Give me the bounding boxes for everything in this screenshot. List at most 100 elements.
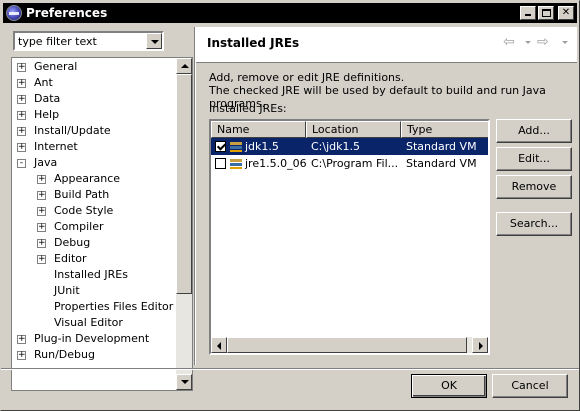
tree-item-label: Compiler [54, 220, 104, 233]
default-jre-checkbox[interactable] [215, 158, 226, 169]
expand-icon[interactable]: + [17, 335, 26, 344]
scroll-right-button[interactable] [472, 337, 488, 353]
tree-item[interactable]: + Code Style [12, 203, 177, 219]
jre-icon [230, 159, 242, 169]
tree-item[interactable]: JUnit [12, 283, 177, 299]
back-dropdown-icon[interactable] [525, 41, 531, 44]
jre-name: jdk1.5 [245, 140, 279, 153]
tree-item[interactable]: - Java [12, 155, 177, 171]
tree-item-label: Data [34, 92, 61, 105]
expand-icon[interactable]: + [17, 127, 26, 136]
tree-item[interactable]: + Help [12, 107, 177, 123]
expand-icon[interactable]: + [17, 95, 26, 104]
filter-input[interactable]: type filter text [18, 35, 97, 48]
back-button[interactable]: ⇦ [503, 35, 525, 51]
tree-item[interactable]: + Run/Debug [12, 347, 177, 363]
ok-button[interactable]: OK [411, 374, 487, 398]
arrow-forward-icon: ⇨ [537, 34, 549, 50]
column-header-name[interactable]: Name [211, 121, 306, 138]
expand-icon[interactable]: + [37, 239, 46, 248]
window-title: Preferences [26, 6, 108, 20]
tree-item[interactable]: + Plug-in Development [12, 331, 177, 347]
edit-button[interactable]: Edit... [496, 147, 572, 171]
preferences-navigation: type filter text + General + Ant + Data + Help +… [3, 27, 195, 391]
tree-item[interactable]: Visual Editor [12, 315, 177, 331]
forward-dropdown-icon[interactable] [562, 41, 568, 44]
cancel-button[interactable]: Cancel [492, 374, 568, 398]
table-horizontal-scrollbar[interactable] [211, 337, 488, 353]
jre-location: C:\jdk1.5 [306, 138, 401, 155]
tree-item-label: Visual Editor [54, 316, 123, 329]
tree-item[interactable]: + Debug [12, 235, 177, 251]
tree-item-label: Install/Update [34, 124, 111, 137]
title-bar[interactable]: Preferences ✕ [3, 3, 577, 23]
tree-item[interactable]: + Compiler [12, 219, 177, 235]
arrow-left-icon [217, 342, 221, 350]
tree-item-label: Run/Debug [34, 348, 95, 361]
table-header: Name Location Type [211, 121, 488, 138]
preferences-window: Preferences ✕ type filter text + General +… [0, 0, 580, 411]
scroll-thumb[interactable] [176, 74, 192, 294]
maximize-icon [542, 9, 551, 17]
page-header: Installed JREs ⇦ ⇨ [196, 27, 577, 63]
tree-vertical-scrollbar[interactable] [176, 58, 192, 390]
minimize-button[interactable] [520, 6, 536, 20]
filter-combo[interactable]: type filter text [13, 31, 164, 51]
tree-item-label: Code Style [54, 204, 114, 217]
jre-name: jre1.5.0_06 [245, 157, 306, 170]
scroll-left-button[interactable] [211, 337, 227, 353]
expand-icon[interactable]: + [37, 175, 46, 184]
expand-icon[interactable]: + [17, 351, 26, 360]
tree-item[interactable]: Properties Files Editor [12, 299, 177, 315]
scroll-thumb[interactable] [227, 337, 467, 353]
tree-item[interactable]: + Internet [12, 139, 177, 155]
page-description: Add, remove or edit JRE definitions. [209, 71, 405, 84]
expand-icon[interactable]: + [17, 111, 26, 120]
column-header-location[interactable]: Location [306, 121, 401, 138]
eclipse-icon [6, 5, 22, 21]
tree-item[interactable]: + General [12, 59, 177, 75]
tree-item[interactable]: Installed JREs [12, 267, 177, 283]
jre-table: Name Location Type jdk1.5 C:\jdk1.5 Standa… [209, 119, 490, 355]
expand-icon[interactable]: + [37, 223, 46, 232]
add-button[interactable]: Add... [496, 119, 572, 143]
tree-item[interactable]: + Install/Update [12, 123, 177, 139]
expand-icon[interactable]: + [37, 207, 46, 216]
tree-item[interactable]: + Data [12, 91, 177, 107]
forward-button[interactable]: ⇨ [537, 35, 559, 51]
tree-item-label: Help [34, 108, 60, 121]
tree-item[interactable]: + Ant [12, 75, 177, 91]
tree-item-label: Plug-in Development [34, 332, 150, 345]
table-row[interactable]: jre1.5.0_06 C:\Program Fil... Standard VM [211, 155, 488, 172]
filter-dropdown-button[interactable] [146, 33, 162, 49]
column-header-type[interactable]: Type [401, 121, 488, 138]
tree-item-label: Build Path [54, 188, 110, 201]
tree-item-label: Debug [54, 236, 91, 249]
table-row[interactable]: jdk1.5 C:\jdk1.5 Standard VM [211, 138, 488, 155]
tree-item[interactable]: + Build Path [12, 187, 177, 203]
cell-name: jdk1.5 [211, 138, 306, 155]
expand-icon[interactable]: + [17, 63, 26, 72]
scroll-up-button[interactable] [176, 58, 192, 74]
remove-button[interactable]: Remove [496, 175, 572, 199]
collapse-icon[interactable]: - [17, 159, 26, 168]
search-button[interactable]: Search... [496, 212, 572, 236]
tree-item-label: Properties Files Editor [54, 300, 174, 313]
page-title: Installed JREs [207, 36, 300, 50]
arrow-down-icon [181, 380, 189, 384]
expand-icon[interactable]: + [17, 79, 26, 88]
expand-icon[interactable]: + [17, 143, 26, 152]
tree-item[interactable]: + Appearance [12, 171, 177, 187]
tree-item-label: JUnit [54, 284, 80, 297]
jre-location: C:\Program Fil... [311, 157, 399, 170]
preference-page: Installed JREs ⇦ ⇨ Add, remove or edit J… [196, 27, 577, 365]
tree-item[interactable]: + Editor [12, 251, 177, 267]
tree-item-label: Editor [54, 252, 87, 265]
expand-icon[interactable]: + [37, 191, 46, 200]
expand-icon[interactable]: + [37, 255, 46, 264]
scroll-down-button[interactable] [176, 374, 192, 390]
default-jre-checkbox[interactable] [215, 141, 226, 152]
close-button[interactable]: ✕ [558, 6, 574, 20]
maximize-button[interactable] [538, 6, 554, 20]
jre-icon [230, 142, 242, 152]
